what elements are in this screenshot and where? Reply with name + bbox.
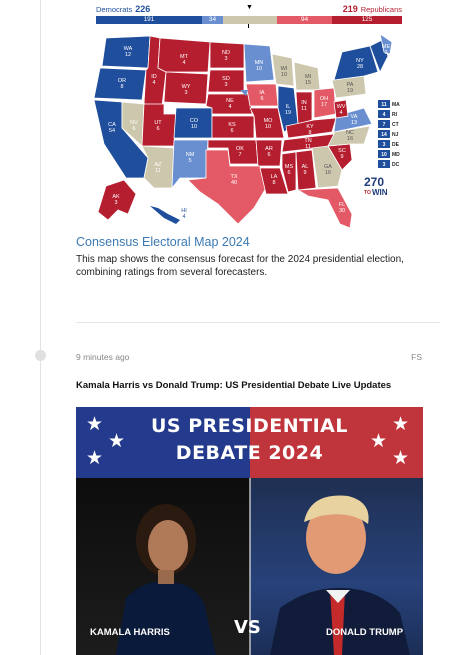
ev-in: 11 [301, 106, 307, 112]
box-md-ev: 10 [381, 152, 387, 158]
state-hi [150, 206, 180, 224]
segment-dem-lean: 34 [202, 16, 223, 24]
midpoint-marker-icon: ▼ [246, 4, 253, 11]
ev-ky: 8 [308, 130, 311, 136]
harris-name: KAMALA HARRIS [90, 627, 170, 638]
box-ma-label: MA [392, 102, 400, 108]
ev-mn: 10 [256, 66, 262, 72]
ev-ut: 6 [156, 126, 159, 132]
ev-wv: 4 [339, 110, 342, 116]
box-ri-label: RI [392, 112, 398, 118]
ev-tn: 11 [305, 144, 311, 150]
ev-mi: 15 [305, 80, 311, 86]
ev-hi: 4 [182, 214, 185, 220]
box-nj-label: NJ [392, 132, 399, 138]
ev-ok: 7 [238, 152, 241, 158]
ev-nc: 16 [347, 136, 353, 142]
270towin-logo: 270 TO WIN [364, 175, 388, 197]
logo-win: WIN [372, 188, 388, 197]
box-ct-ev: 7 [383, 122, 386, 128]
box-ma-ev: 11 [381, 102, 387, 108]
post-headline: Kamala Harris vs Donald Trump: US Presid… [76, 380, 392, 391]
box-nj-ev: 14 [381, 132, 387, 138]
ev-il: 19 [285, 110, 291, 116]
box-dc-label: DC [392, 162, 400, 168]
segment-rep-solid: 125 [332, 16, 402, 24]
dem-total: Democrats 226 [96, 4, 151, 14]
logo-to: TO [364, 190, 371, 196]
electoral-map[interactable]: WA 12 OR 8 CA 54 NV 6 ID 4 MT 4 WY 3 UT 6 AZ 11 C… [88, 28, 410, 228]
post-time: 9 minutes ago [76, 352, 130, 362]
ev-oh: 17 [321, 102, 327, 108]
segment-rep-lean: 94 [277, 16, 332, 24]
debate-hero-image: ★ ★ ★ ★ ★ ★ US PRESIDENTIAL DEBATE 2024 … [76, 407, 423, 655]
ev-sd: 3 [224, 82, 227, 88]
ev-ny: 28 [357, 64, 363, 70]
timeline-dot [35, 350, 46, 361]
ev-wy: 3 [184, 90, 187, 96]
divider [76, 322, 440, 323]
ev-wi: 10 [281, 72, 287, 78]
ev-ne: 4 [228, 104, 231, 110]
ev-fl: 30 [339, 208, 345, 214]
box-dc-ev: 3 [383, 162, 386, 168]
ev-wa: 12 [125, 52, 131, 58]
trump-name: DONALD TRUMP [326, 627, 404, 638]
ev-id: 4 [152, 80, 155, 86]
ev-mo: 10 [265, 124, 271, 130]
box-ct-label: CT [392, 122, 399, 128]
box-md-label: MD [392, 152, 400, 158]
ev-nv: 6 [132, 126, 135, 132]
ev-ga: 16 [325, 170, 331, 176]
ev-ms: 6 [287, 170, 290, 176]
ev-az: 11 [155, 168, 161, 174]
box-de-ev: 3 [383, 142, 386, 148]
ev-nm: 5 [188, 158, 191, 164]
map-description: This map shows the consensus forecast fo… [76, 254, 404, 278]
logo-270: 270 [364, 175, 384, 189]
ev-ca: 54 [109, 128, 115, 134]
segment-tossup [223, 16, 277, 24]
post-author: FS [411, 352, 422, 362]
ev-co: 10 [191, 124, 197, 130]
ev-ak: 3 [114, 200, 117, 206]
ev-me: 2 [384, 50, 387, 56]
map-caption: Consensus Electoral Map 2024 This map sh… [76, 234, 406, 279]
ev-mt: 4 [182, 60, 185, 66]
ev-tx: 40 [231, 180, 237, 186]
box-ri-ev: 4 [383, 112, 386, 118]
segment-dem-solid: 191 [96, 16, 202, 24]
timeline-line [40, 0, 41, 655]
rep-total: 219 Republicans [342, 4, 402, 14]
ev-ia: 6 [260, 96, 263, 102]
box-de-label: DE [392, 142, 400, 148]
ev-sc: 9 [340, 154, 343, 160]
vs-label: VS [234, 617, 261, 638]
ev-ks: 6 [230, 128, 233, 134]
ev-la: 8 [272, 180, 275, 186]
ev-al: 9 [303, 170, 306, 176]
map-title-link[interactable]: Consensus Electoral Map 2024 [76, 234, 406, 250]
electoral-vote-bar: Democrats 226 ▼ 219 Republicans 191 34 94 … [96, 4, 402, 28]
hero-title: US PRESIDENTIAL DEBATE 2024 [150, 415, 348, 464]
ev-pa: 19 [347, 88, 353, 94]
ev-va: 13 [351, 120, 357, 126]
ev-ar: 6 [267, 152, 270, 158]
ev-nd: 3 [224, 56, 227, 62]
ev-or: 8 [120, 84, 123, 90]
